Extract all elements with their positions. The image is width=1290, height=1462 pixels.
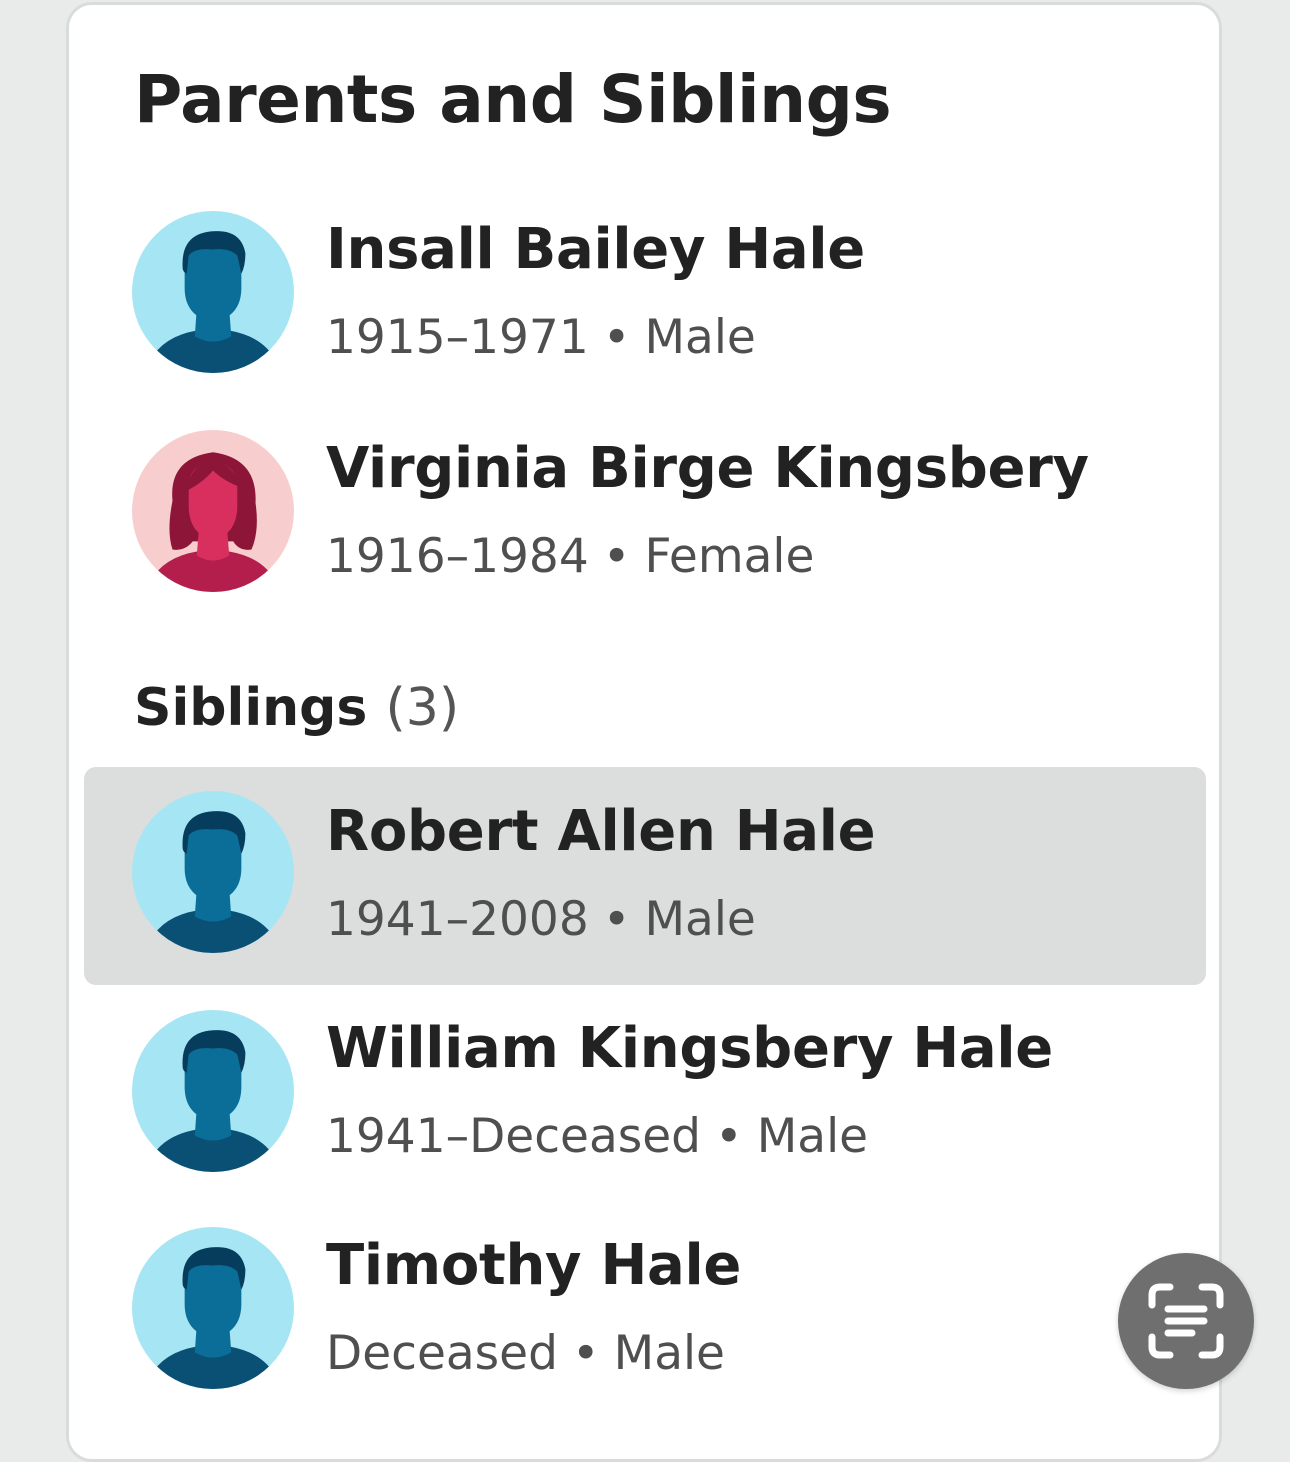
gender: Male xyxy=(756,1109,869,1164)
male-avatar-icon xyxy=(132,1010,294,1172)
person-name[interactable]: William Kingsbery Hale xyxy=(326,1016,1053,1082)
meta-separator: • xyxy=(715,1109,743,1164)
female-avatar-icon xyxy=(132,430,294,592)
person-name[interactable]: Virginia Birge Kingsbery xyxy=(326,436,1089,502)
person-name[interactable]: Insall Bailey Hale xyxy=(326,217,865,283)
meta-separator: • xyxy=(602,529,631,584)
life-years: 1941–2008 xyxy=(326,892,589,947)
section-title: Parents and Siblings xyxy=(134,61,892,138)
gender: Male xyxy=(644,892,756,947)
person-meta: 1915–1971 • Male xyxy=(326,309,756,367)
siblings-heading: Siblings (3) xyxy=(134,676,459,740)
gender: Female xyxy=(644,529,815,584)
male-avatar-icon xyxy=(132,211,294,373)
meta-separator: • xyxy=(571,1326,600,1381)
sibling-row[interactable]: Robert Allen Hale 1941–2008 • Male xyxy=(84,767,1206,985)
sibling-row[interactable]: William Kingsbery Hale 1941–Deceased • Mal… xyxy=(84,990,1206,1208)
male-avatar-icon xyxy=(132,791,294,953)
meta-separator: • xyxy=(602,310,631,365)
meta-separator: • xyxy=(602,892,631,947)
gender: Male xyxy=(613,1326,725,1381)
life-years: 1915–1971 xyxy=(326,310,589,365)
life-years: 1916–1984 xyxy=(326,529,589,584)
life-years: 1941–Deceased xyxy=(326,1109,702,1164)
person-meta: Deceased • Male xyxy=(326,1325,725,1383)
life-years: Deceased xyxy=(326,1326,558,1381)
siblings-label: Siblings xyxy=(134,678,368,738)
parent-row-father[interactable]: Insall Bailey Hale 1915–1971 • Male xyxy=(84,191,1206,409)
sibling-row[interactable]: Timothy Hale Deceased • Male xyxy=(84,1207,1206,1425)
person-meta: 1916–1984 • Female xyxy=(326,528,814,586)
gender: Male xyxy=(644,310,756,365)
scan-text-button[interactable] xyxy=(1118,1253,1254,1389)
male-avatar-icon xyxy=(132,1227,294,1389)
person-name[interactable]: Robert Allen Hale xyxy=(326,799,876,865)
scan-text-icon xyxy=(1148,1283,1224,1359)
siblings-count: (3) xyxy=(385,678,460,738)
parent-row-mother[interactable]: Virginia Birge Kingsbery 1916–1984 • Femal… xyxy=(84,410,1206,628)
person-meta: 1941–Deceased • Male xyxy=(326,1108,868,1166)
person-meta: 1941–2008 • Male xyxy=(326,891,756,949)
person-name[interactable]: Timothy Hale xyxy=(326,1233,741,1299)
